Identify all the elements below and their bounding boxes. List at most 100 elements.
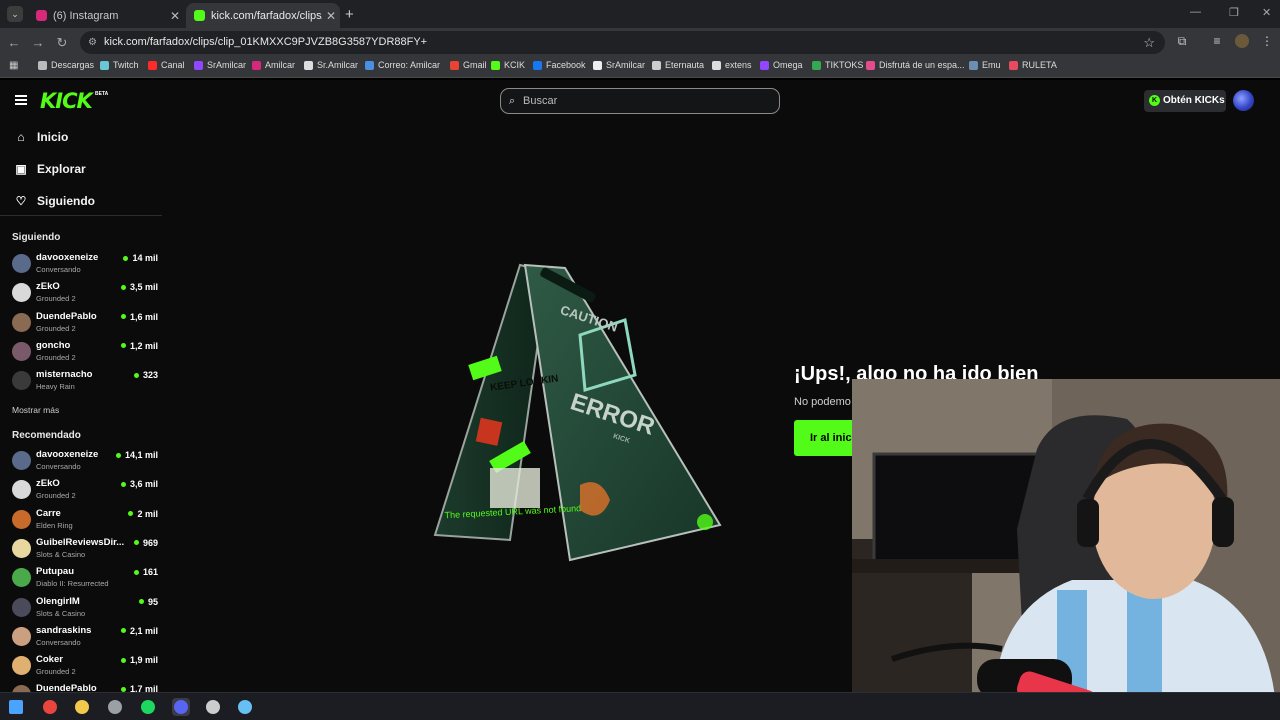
close-tab-icon[interactable]: ✕ [166, 9, 184, 23]
live-dot-icon [138, 599, 144, 604]
bookmark-item[interactable]: Gmail [450, 60, 487, 70]
bookmark-star-icon[interactable]: ☆ [1143, 31, 1155, 54]
chrome-icon[interactable] [41, 698, 59, 716]
windows-start-icon[interactable] [7, 698, 25, 716]
obs-glyph [206, 700, 220, 714]
restore-button[interactable]: ❐ [1229, 6, 1239, 19]
live-dot-icon [120, 628, 126, 634]
viewer-count-text: 95 [147, 596, 158, 607]
media-icon[interactable]: ≡ [1210, 34, 1224, 48]
channel-name: zEkO [36, 281, 60, 293]
heart-icon: ♡ [15, 194, 27, 208]
menu-icon[interactable] [15, 95, 27, 105]
tab-search-button[interactable]: ⌄ [7, 6, 23, 22]
youtube-icon [148, 60, 157, 70]
menu-dots-icon[interactable]: ⋮ [1260, 34, 1274, 48]
live-dot-icon [133, 372, 139, 378]
viewer-count-text: 1,9 mil [129, 655, 158, 666]
bookmark-item[interactable]: Eternauta [652, 60, 704, 70]
close-tab-icon[interactable]: ✕ [322, 9, 340, 23]
channel-avatar [12, 509, 31, 529]
bookmark-item[interactable]: Emu [969, 60, 1001, 70]
bookmark-item[interactable]: Canal [148, 60, 185, 70]
discord-icon[interactable] [172, 698, 190, 716]
viewer-count-text: 3,5 mil [129, 282, 158, 293]
channel-item[interactable]: GuibelReviewsDir... Slots & Casino 969 [12, 537, 162, 565]
bookmark-item[interactable]: KCIK [491, 60, 525, 70]
bookmark-label: Eternauta [665, 60, 705, 70]
bookmark-item[interactable]: Twitch [100, 60, 139, 70]
channel-item[interactable]: misternacho Heavy Rain 323 [12, 369, 162, 397]
channel-item[interactable]: sandraskins Conversando 2,1 mil [12, 625, 162, 653]
nav-explorar[interactable]: ▣ Explorar [15, 162, 86, 176]
site-info-icon[interactable]: ⚙ [88, 31, 97, 54]
channel-category: Diablo II: Resurrected [36, 579, 109, 589]
user-avatar[interactable] [1233, 90, 1254, 111]
search-input[interactable]: ⌕ Buscar [500, 88, 780, 114]
bookmark-item[interactable]: Facebook [533, 60, 586, 70]
live-dot-icon [133, 540, 139, 546]
steam-icon[interactable] [236, 698, 254, 716]
tab-kick[interactable]: kick.com/farfadox/clips/clip_01K ✕ [186, 3, 340, 28]
channel-category: Conversando [36, 462, 81, 471]
back-button[interactable]: ← [6, 35, 22, 50]
channel-category: Grounded 2 [36, 294, 76, 304]
channel-category: Slots & Casino [36, 608, 86, 618]
bookmark-item[interactable]: Sr.Amilcar [304, 60, 358, 70]
channel-item[interactable]: Putupau Diablo II: Resurrected 161 [12, 566, 162, 594]
channel-name: GuibelReviewsDir... [36, 536, 125, 548]
nav-siguiendo[interactable]: ♡ Siguiendo [15, 194, 95, 208]
sidebar-divider [0, 215, 162, 216]
channel-category: Grounded 2 [36, 352, 76, 362]
show-more-link[interactable]: Mostrar más [12, 405, 59, 415]
app-settings-icon[interactable] [106, 698, 124, 716]
bookmark-item[interactable]: extens [712, 60, 752, 70]
profile-avatar-icon[interactable] [1235, 34, 1249, 48]
channel-item[interactable]: davooxeneize Conversando 14 mil [12, 252, 162, 280]
bookmark-item[interactable]: Descargas [38, 60, 94, 70]
bookmark-item[interactable]: RULETA [1009, 60, 1057, 70]
nav-label: Siguiendo [37, 194, 95, 208]
forward-button[interactable]: → [30, 35, 46, 50]
channel-item[interactable]: goncho Grounded 2 1,2 mil [12, 340, 162, 368]
kick-logo[interactable]: KICK [40, 89, 93, 113]
close-window-button[interactable]: ✕ [1262, 6, 1271, 19]
search-icon: ⌕ [509, 95, 516, 107]
channel-item[interactable]: DuendePablo Grounded 2 1,6 mil [12, 311, 162, 339]
bookmark-item[interactable]: Amilcar [252, 60, 295, 70]
reload-button[interactable]: ↻ [54, 35, 70, 51]
channel-item[interactable]: zEkO Grounded 2 3,6 mil [12, 478, 162, 506]
channel-item[interactable]: OlengirIM Slots & Casino 95 [12, 596, 162, 624]
tab-instagram[interactable]: (6) Instagram ✕ [28, 3, 184, 28]
bookmark-item[interactable]: TIKTOKS [812, 60, 863, 70]
kick-icon [194, 10, 205, 21]
bookmark-item[interactable]: Disfrutá de un espa... [866, 60, 965, 70]
channel-item[interactable]: Carre Elden Ring 2 mil [12, 508, 162, 536]
obs-icon[interactable] [204, 698, 222, 716]
address-bar[interactable]: ⚙ kick.com/farfadox/clips/clip_01KMXXC9P… [80, 31, 1165, 54]
bookmark-item[interactable]: Correo: Amilcar [365, 60, 440, 70]
twitch-icon [194, 60, 203, 70]
file-explorer-icon[interactable] [73, 698, 91, 716]
app-settings-glyph [108, 700, 122, 714]
channel-item[interactable]: zEkO Grounded 2 3,5 mil [12, 281, 162, 309]
new-tab-button[interactable]: + [345, 6, 354, 23]
apps-grid-icon[interactable]: ▦ [9, 60, 18, 71]
viewer-count: 2,1 mil [120, 626, 158, 636]
spotify-icon[interactable] [139, 698, 157, 716]
channel-name: zEkO [36, 478, 60, 490]
minimize-button[interactable]: — [1190, 6, 1201, 18]
bookmark-item[interactable]: SrAmilcar [194, 60, 246, 70]
bookmark-label: Facebook [546, 60, 586, 70]
nav-label: Explorar [37, 162, 86, 176]
channel-category: Conversando [36, 265, 81, 274]
file-explorer-glyph [75, 700, 89, 714]
bookmark-item[interactable]: SrAmilcar [593, 60, 645, 70]
bookmark-item[interactable]: Omega [760, 60, 803, 70]
nav-inicio[interactable]: ⌂ Inicio [15, 130, 68, 144]
channel-item[interactable]: Coker Grounded 2 1,9 mil [12, 654, 162, 682]
channel-item[interactable]: davooxeneize Conversando 14,1 mil [12, 449, 162, 477]
extensions-icon[interactable]: ⧉ [1175, 34, 1189, 48]
get-kicks-button[interactable]: K Obtén KICKs [1144, 90, 1226, 112]
channel-category: Grounded 2 [36, 491, 76, 501]
